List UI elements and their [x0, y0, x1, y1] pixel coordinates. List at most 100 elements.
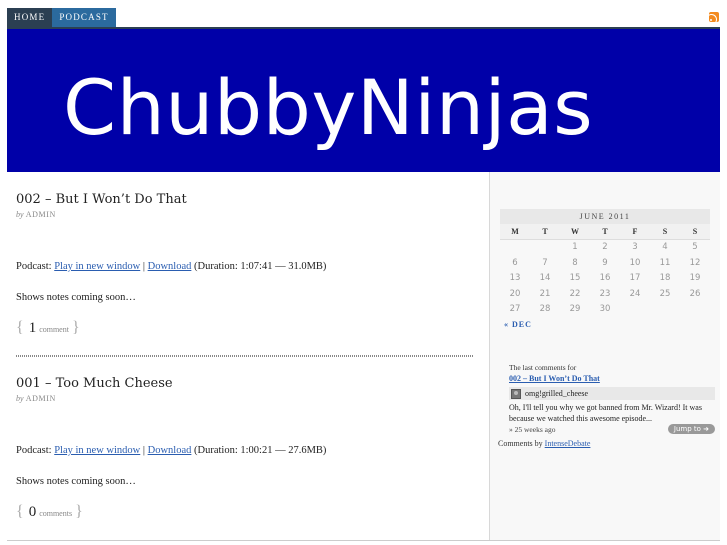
calendar-day: 25	[659, 288, 671, 299]
podcast-line: Podcast: Play in new window | Download (…	[16, 261, 326, 272]
site-title: ChubbyNinjas	[63, 63, 594, 152]
brace-close: }	[75, 503, 83, 520]
calendar-day: 6	[512, 257, 518, 268]
byline-prefix: by	[16, 394, 24, 403]
comment-text: Oh, I'll tell you why we got banned from…	[509, 403, 702, 423]
calendar-day: 8	[572, 257, 578, 268]
nav-item-podcast[interactable]: PODCAST	[52, 8, 116, 27]
post-notes: Shows notes coming soon…	[16, 292, 136, 303]
post-001: 001 – Too Much Cheese by ADMIN Podcast: …	[16, 376, 476, 536]
link-separator: |	[142, 445, 145, 456]
calendar-day: 22	[569, 288, 581, 299]
calendar-day: 9	[602, 257, 608, 268]
post-divider	[16, 355, 473, 357]
calendar-weekday: F	[620, 224, 650, 240]
comment-count-link[interactable]: { 1 comment }	[16, 319, 80, 337]
rss-feed-icon[interactable]	[709, 12, 719, 22]
nav-item-home[interactable]: HOME	[7, 8, 53, 27]
comment-user-bar: omg!grilled_cheese	[509, 387, 715, 400]
widget-heading: The last comments for	[509, 363, 577, 372]
calendar-day: 1	[572, 242, 578, 252]
calendar-empty-cell	[530, 240, 560, 256]
intensedebate-link[interactable]: IntenseDebate	[545, 439, 591, 448]
post-byline: by ADMIN	[16, 210, 476, 219]
calendar-day: 7	[542, 257, 548, 268]
comment-word: comment	[39, 325, 69, 334]
post-title[interactable]: 001 – Too Much Cheese	[16, 376, 476, 391]
podcast-duration: (Duration: 1:00:21 — 27.6MB)	[194, 445, 327, 456]
calendar-empty-cell	[650, 302, 680, 318]
calendar-day: 19	[689, 273, 701, 283]
comment-time: » 25 weeks ago	[509, 424, 556, 434]
brace-open: {	[16, 319, 24, 336]
calendar-grid: M T W T F S S 1 2 3 4 5 6 7 8 9 10 11 12 13 14 15 16 17 18 19 20 21…	[500, 224, 710, 318]
post-002: 002 – But I Won’t Do That by ADMIN Podca…	[16, 192, 476, 352]
podcast-label: Podcast:	[16, 445, 52, 456]
calendar-day: 5	[692, 242, 698, 252]
calendar-weekday: S	[650, 224, 680, 240]
post-author[interactable]: ADMIN	[26, 394, 56, 403]
widget-post-link[interactable]: 002 – But I Won’t Do That	[509, 374, 720, 383]
podcast-line: Podcast: Play in new window | Download (…	[16, 445, 326, 456]
calendar-day: 14	[539, 273, 551, 283]
download-link[interactable]: Download	[148, 445, 192, 456]
calendar-weekday: M	[500, 224, 530, 240]
calendar-day: 28	[539, 304, 551, 314]
calendar-day: 11	[659, 257, 671, 268]
comment-footer: » 25 weeks ago Jump to ➜	[509, 424, 715, 434]
play-in-new-window-link[interactable]: Play in new window	[54, 445, 140, 456]
jump-to-button[interactable]: Jump to ➜	[667, 424, 715, 434]
calendar-empty-cell	[620, 302, 650, 318]
byline-prefix: by	[16, 210, 24, 219]
calendar-day: 20	[509, 288, 521, 299]
calendar-day: 15	[569, 273, 581, 283]
calendar-empty-cell	[500, 240, 530, 256]
post-byline: by ADMIN	[16, 394, 476, 403]
calendar-weekday: T	[590, 224, 620, 240]
comments-credit: Comments by IntenseDebate	[498, 439, 720, 448]
calendar-day: 30	[599, 304, 611, 314]
calendar-day: 23	[599, 288, 611, 299]
calendar-prev-link[interactable]: « DEC	[504, 320, 710, 329]
comment-word: comments	[39, 509, 73, 518]
calendar-day: 17	[629, 273, 641, 283]
calendar-empty-cell	[680, 302, 710, 318]
top-nav: HOME PODCAST	[7, 8, 116, 27]
post-author[interactable]: ADMIN	[26, 210, 56, 219]
brace-open: {	[16, 503, 24, 520]
calendar-widget: JUNE 2011 M T W T F S S 1 2 3 4 5 6 7 8 9 10 11 12 13 14 15 16…	[500, 209, 710, 329]
avatar[interactable]	[511, 388, 521, 399]
link-separator: |	[142, 261, 145, 272]
play-in-new-window-link[interactable]: Play in new window	[54, 261, 140, 272]
podcast-duration: (Duration: 1:07:41 — 31.0MB)	[194, 261, 327, 272]
main-area: 002 – But I Won’t Do That by ADMIN Podca…	[7, 172, 720, 540]
calendar-day: 12	[689, 257, 701, 268]
post-notes: Shows notes coming soon…	[16, 476, 136, 487]
calendar-weekday: W	[560, 224, 590, 240]
podcast-label: Podcast:	[16, 261, 52, 272]
comment-count-link[interactable]: { 0 comments }	[16, 503, 83, 521]
calendar-caption: JUNE 2011	[500, 209, 710, 224]
download-link[interactable]: Download	[148, 261, 192, 272]
last-comments-widget: The last comments for 002 – But I Won’t …	[498, 363, 720, 448]
calendar-day: 3	[632, 242, 638, 252]
calendar-day: 10	[629, 257, 641, 268]
calendar-day: 16	[599, 273, 611, 283]
bottom-border	[7, 540, 720, 541]
site-banner[interactable]: ChubbyNinjas	[7, 29, 720, 172]
calendar-day: 21	[539, 288, 551, 299]
calendar-day: 26	[689, 288, 701, 299]
calendar-day: 4	[662, 242, 668, 252]
calendar-weekday: S	[680, 224, 710, 240]
comment-username[interactable]: omg!grilled_cheese	[525, 389, 588, 398]
calendar-day: 24	[629, 288, 641, 299]
post-title[interactable]: 002 – But I Won’t Do That	[16, 192, 476, 207]
credit-prefix: Comments by	[498, 439, 543, 448]
calendar-day: 13	[509, 273, 521, 283]
calendar-day: 18	[659, 273, 671, 283]
calendar-day: 2	[602, 242, 608, 252]
calendar-weekday: T	[530, 224, 560, 240]
calendar-day: 27	[509, 304, 521, 314]
comment-count: 1	[28, 320, 37, 336]
calendar-day: 29	[569, 304, 581, 314]
